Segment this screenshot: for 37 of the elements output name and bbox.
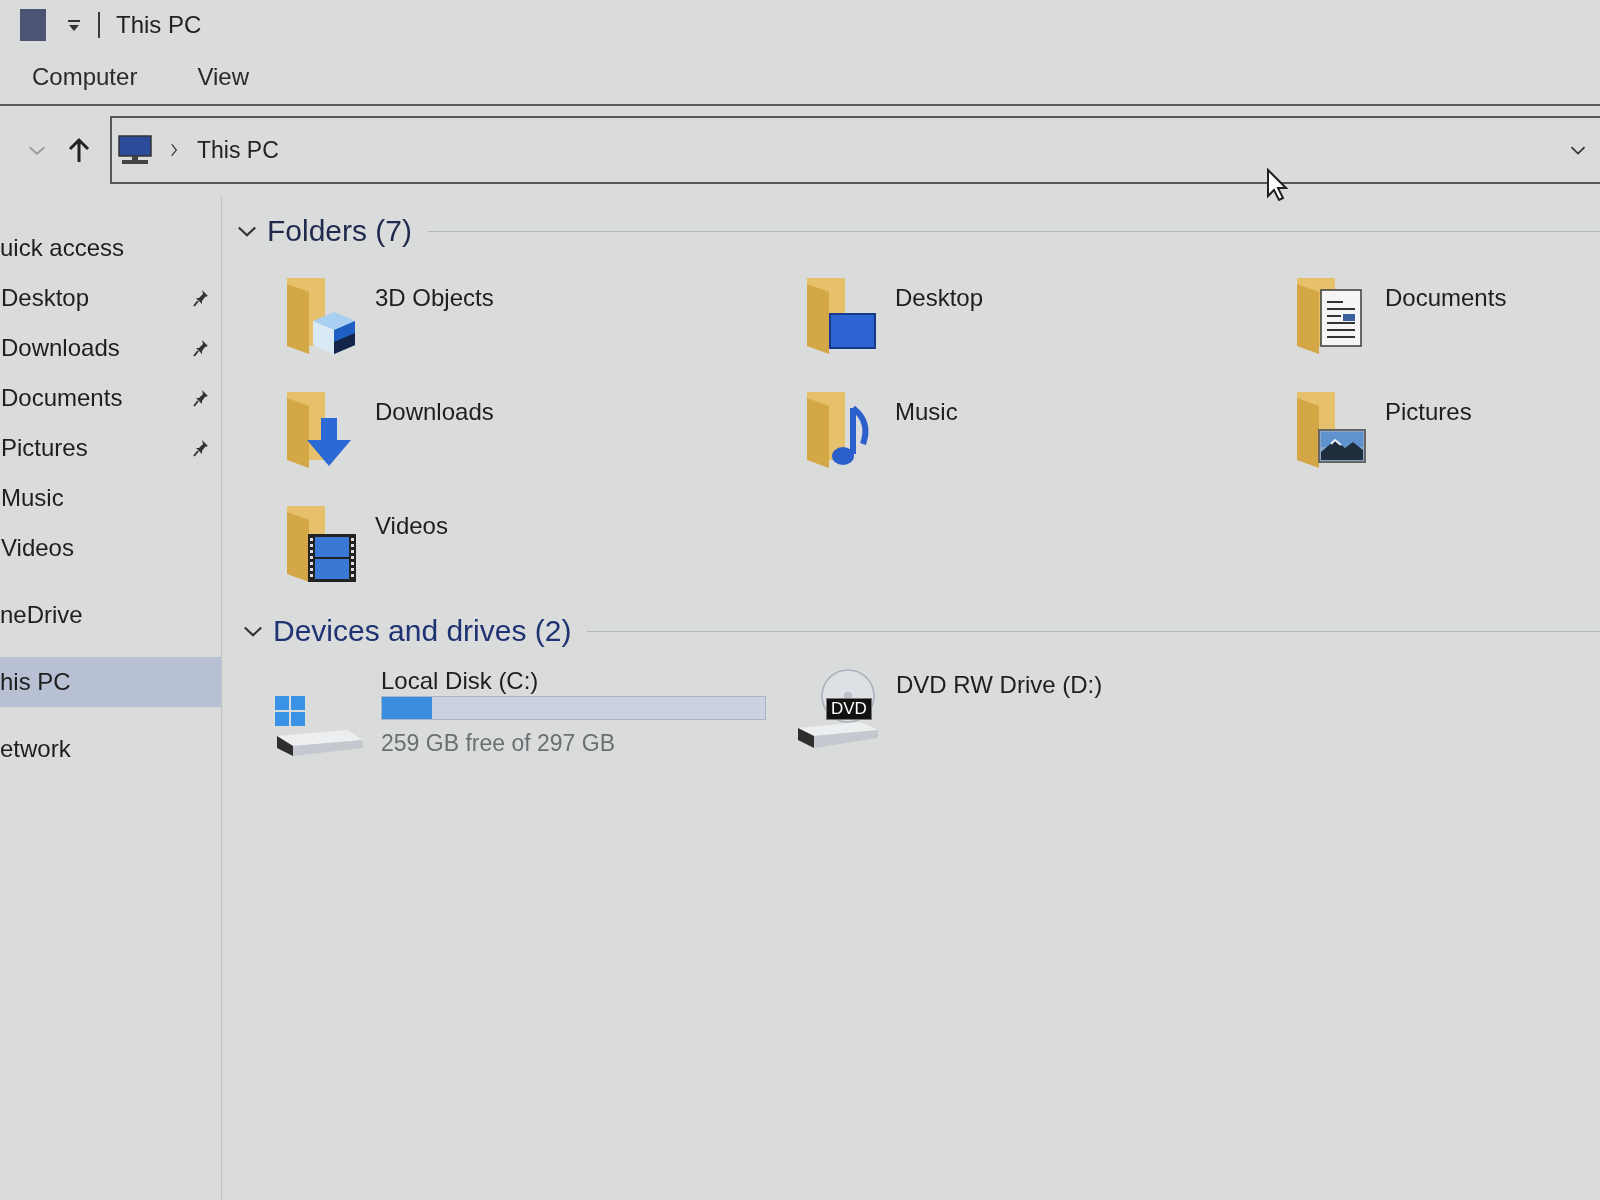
chevron-right-icon[interactable] xyxy=(169,143,179,157)
group-heading: Folders (7) xyxy=(267,214,413,248)
capacity-text: 259 GB free of 297 GB xyxy=(381,730,615,756)
app-icon xyxy=(20,9,46,41)
drive-label[interactable]: DVD RW Drive (D:) xyxy=(896,672,1103,698)
folder-item[interactable]: Pictures xyxy=(1291,390,1600,470)
nav-item[interactable]: Pictures xyxy=(0,423,221,473)
nav-item[interactable]: his PC xyxy=(0,657,221,707)
dropdown-icon[interactable] xyxy=(66,18,82,32)
nav-item[interactable]: uick access xyxy=(0,223,221,273)
folder-item[interactable]: Videos xyxy=(281,504,801,584)
drive-label[interactable]: Local Disk (C:) xyxy=(381,668,539,694)
chevron-down-icon[interactable] xyxy=(1570,145,1586,155)
nav-item[interactable]: Music xyxy=(0,473,221,523)
nav-item[interactable]: Downloads xyxy=(0,323,221,373)
folder-item[interactable]: Documents xyxy=(1291,276,1600,356)
mouse-pointer-icon xyxy=(1266,168,1288,202)
nav-item[interactable]: Documents xyxy=(0,373,221,423)
window-title: This PC xyxy=(116,11,202,39)
chevron-down-icon[interactable] xyxy=(243,625,263,637)
path-segment[interactable]: This PC xyxy=(197,136,279,164)
drive-badge: DVD xyxy=(826,698,872,720)
folder-item[interactable]: 3D Objects xyxy=(281,276,801,356)
nav-item[interactable]: Videos xyxy=(0,523,221,573)
folder-item[interactable]: Downloads xyxy=(281,390,801,470)
ribbon-tab[interactable]: View xyxy=(196,60,250,94)
ribbon-tab[interactable]: Computer xyxy=(31,60,139,94)
chevron-down-icon[interactable] xyxy=(237,225,257,237)
group-heading: Devices and drives (2) xyxy=(273,614,572,648)
nav-item[interactable]: etwork xyxy=(0,724,221,774)
nav-item[interactable]: Desktop xyxy=(0,273,221,323)
address-bar[interactable]: This PC xyxy=(110,116,1600,184)
up-arrow-icon[interactable] xyxy=(68,137,90,163)
nav-item[interactable]: neDrive xyxy=(0,590,221,640)
folder-item[interactable]: Desktop xyxy=(801,276,1291,356)
computer-icon xyxy=(117,135,153,165)
folder-item[interactable]: Music xyxy=(801,390,1291,470)
